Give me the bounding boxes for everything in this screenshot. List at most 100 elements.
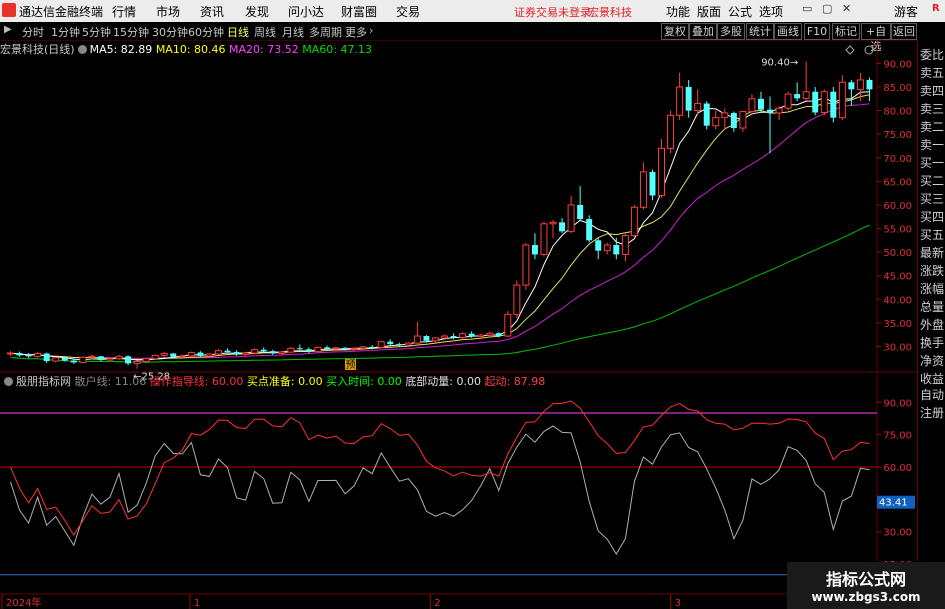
candle-body: [269, 351, 276, 354]
start-value: 87.98: [513, 375, 546, 388]
side-item-bid1[interactable]: 买一: [920, 154, 944, 171]
stats-button[interactable]: 统计: [746, 23, 774, 40]
candle-body: [52, 357, 60, 362]
side-item-ask2[interactable]: 卖二: [920, 118, 944, 135]
candle-body: [25, 355, 32, 357]
period-daily[interactable]: 日线: [227, 24, 249, 40]
candle-body: [43, 353, 50, 362]
f10-button[interactable]: F10: [804, 23, 830, 40]
buy-prep-value: 0.00: [298, 375, 323, 388]
side-item-ask1[interactable]: 卖一: [920, 136, 944, 153]
side-item-bid2[interactable]: 买二: [920, 172, 944, 189]
side-item-ask5[interactable]: 卖五: [920, 64, 944, 81]
price-axis-label: 90.00: [883, 59, 912, 70]
period-30min[interactable]: 30分钟: [152, 24, 188, 40]
candle-body: [342, 347, 349, 350]
side-item-net-assets[interactable]: 净资: [920, 352, 944, 369]
side-item-bid5[interactable]: 买五: [920, 226, 944, 243]
side-item-latest[interactable]: 最新: [920, 244, 944, 261]
period-monthly[interactable]: 月线: [282, 24, 304, 40]
candle-body: [812, 91, 819, 113]
buy-prep-label: 买点准备:: [246, 375, 299, 388]
candle-body: [224, 350, 231, 353]
side-item-outer-volume[interactable]: 外盘: [920, 316, 944, 333]
back-button[interactable]: 返回: [891, 23, 917, 40]
close-icon[interactable]: ✕: [842, 2, 851, 15]
kline-chart[interactable]: 90.00 85.00 80.00 75.00 70.00 65.00 60.00 55.00…: [0, 40, 917, 609]
period-toggle-icon[interactable]: ▶: [4, 24, 12, 35]
menu-function[interactable]: 功能: [666, 3, 690, 20]
side-item-turnover[interactable]: 换手: [920, 334, 944, 351]
menu-news[interactable]: 资讯: [200, 3, 224, 20]
menu-trade[interactable]: 交易: [396, 3, 420, 20]
indicator-settings-dot-icon[interactable]: [4, 377, 13, 386]
candle-body: [387, 341, 394, 345]
menu-bar: 通达信金融终端 行情 市场 资讯 发现 问小达 财富圈 交易 证券交易未登录 宏…: [0, 0, 945, 22]
period-intraday[interactable]: 分时: [22, 24, 44, 40]
retail-line-label: 散户线: 11.06: [74, 375, 147, 388]
menu-formula[interactable]: 公式: [728, 3, 752, 20]
stock-name: 宏景科技(日线): [0, 43, 75, 56]
app-logo-icon: [2, 3, 16, 17]
candle-body: [396, 344, 403, 346]
guest-login[interactable]: 游客: [894, 3, 918, 20]
side-item-earnings[interactable]: 收益: [920, 370, 944, 387]
start-label: 起动:: [484, 375, 514, 388]
candle-body: [431, 337, 439, 342]
trade-login-notice[interactable]: 证券交易未登录: [514, 4, 591, 20]
period-more[interactable]: 更多: [345, 24, 367, 40]
start-line: [10, 400, 870, 537]
candle-body: [567, 204, 575, 232]
side-item-bid4[interactable]: 买四: [920, 208, 944, 225]
side-item-ask3[interactable]: 卖三: [920, 100, 944, 117]
side-item-ask4[interactable]: 卖四: [920, 82, 944, 99]
candle-body: [676, 86, 684, 116]
candle-body: [377, 341, 385, 348]
candle-body: [748, 98, 756, 113]
multi-stock-button[interactable]: 多股: [717, 23, 745, 40]
sub-axis-label: 60.00: [883, 463, 912, 474]
more-chevron-icon[interactable]: ›: [369, 24, 373, 37]
side-item-register[interactable]: 注册: [920, 404, 944, 421]
period-1min[interactable]: 1分钟: [51, 24, 80, 40]
minimize-icon[interactable]: ▭: [802, 2, 812, 15]
side-item-change-pct[interactable]: 涨幅: [920, 280, 944, 297]
candle-body: [721, 112, 729, 119]
current-stock-notice: 宏景科技: [588, 6, 632, 19]
adjust-button[interactable]: 复权: [661, 23, 689, 40]
candle-body: [522, 244, 530, 286]
period-5min[interactable]: 5分钟: [82, 24, 111, 40]
menu-discover[interactable]: 发现: [245, 3, 269, 20]
draw-line-button[interactable]: 画线: [774, 23, 802, 40]
candle-body: [369, 346, 376, 348]
menu-wealth[interactable]: 财富圈: [341, 3, 377, 20]
mark-button[interactable]: 标记: [832, 23, 860, 40]
price-axis-label: 60.00: [883, 201, 912, 212]
side-item-volume[interactable]: 总量: [920, 298, 944, 315]
period-15min[interactable]: 15分钟: [113, 24, 149, 40]
side-item-auto[interactable]: 自动: [920, 386, 944, 403]
menu-options[interactable]: 选项: [759, 3, 783, 20]
window-icon[interactable]: ▢: [822, 2, 832, 15]
menu-market[interactable]: 市场: [156, 3, 180, 20]
menu-quotes[interactable]: 行情: [112, 3, 136, 20]
period-60min[interactable]: 60分钟: [188, 24, 224, 40]
period-multi[interactable]: 多周期: [309, 24, 342, 40]
menu-ask[interactable]: 问小达: [288, 3, 324, 20]
candle-body: [712, 117, 720, 127]
candle-body: [323, 347, 330, 349]
settings-dot-icon[interactable]: [77, 45, 87, 54]
add-watchlist-button[interactable]: +自选: [861, 23, 891, 53]
side-item-bid3[interactable]: 买三: [920, 190, 944, 207]
side-item-commission-ratio[interactable]: 委比: [920, 46, 944, 63]
bottom-momentum-value: 0.00: [456, 375, 482, 388]
side-item-change[interactable]: 涨跌: [920, 262, 944, 279]
price-axis-label: 70.00: [883, 154, 912, 165]
buy-time-value: 0.00: [377, 375, 402, 388]
sub-axis-label: 30.00: [883, 528, 912, 539]
period-weekly[interactable]: 周线: [254, 24, 276, 40]
candle-body: [278, 351, 286, 354]
overlay-button[interactable]: 叠加: [689, 23, 717, 40]
current-value-tag: 43.41: [879, 498, 908, 509]
menu-layout[interactable]: 版面: [697, 3, 721, 20]
